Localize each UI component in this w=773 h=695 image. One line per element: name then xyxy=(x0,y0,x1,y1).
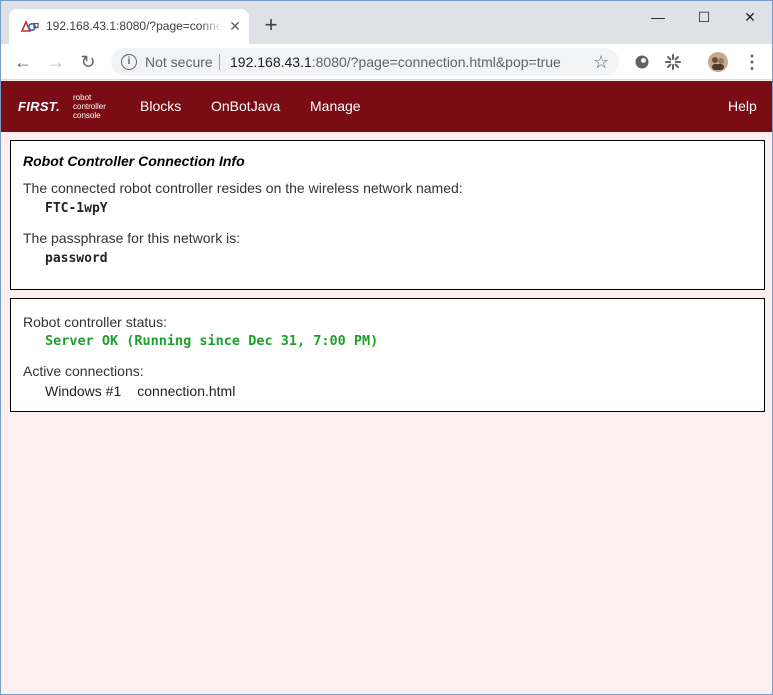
status-panel: Robot controller status: Server OK (Runn… xyxy=(10,298,765,412)
security-label[interactable]: Not secure xyxy=(145,54,213,70)
first-logo-icon xyxy=(21,20,39,32)
browser-menu-icon[interactable]: ⋮ xyxy=(743,51,761,73)
maximize-button[interactable]: ☐ xyxy=(681,6,727,28)
tab-close-icon[interactable]: ✕ xyxy=(227,18,243,34)
nav-blocks[interactable]: Blocks xyxy=(140,98,181,114)
tab-title: 192.168.43.1:8080/?page=connection.html&… xyxy=(46,19,222,34)
app-header: FIRST. robot controller console Blocks O… xyxy=(1,81,772,132)
reload-button[interactable]: ↻ xyxy=(77,51,99,73)
divider xyxy=(219,54,220,70)
bookmark-star-icon[interactable]: ☆ xyxy=(593,52,609,72)
brand-subtitle-line: controller xyxy=(73,102,106,111)
window-close-button[interactable]: ✕ xyxy=(727,6,773,28)
connection-client: Windows #1 xyxy=(45,383,122,399)
nav-help[interactable]: Help xyxy=(728,98,757,114)
address-bar[interactable]: i Not secure 192.168.43.1:8080/?page=con… xyxy=(111,48,619,76)
brand-subtitle: robot controller console xyxy=(73,93,106,120)
connection-info-panel: Robot Controller Connection Info The con… xyxy=(10,140,765,290)
back-button[interactable]: ← xyxy=(12,51,34,73)
browser-window: 192.168.43.1:8080/?page=connection.html&… xyxy=(0,0,773,695)
info-icon[interactable]: i xyxy=(121,54,137,70)
connection-row: Windows #1 connection.html xyxy=(45,383,235,399)
url-host: 192.168.43.1 xyxy=(230,54,312,70)
network-label: The connected robot controller resides o… xyxy=(23,180,463,196)
new-tab-button[interactable]: + xyxy=(261,14,281,36)
status-value: Server OK (Running since Dec 31, 7:00 PM… xyxy=(45,333,379,349)
browser-toolbar: ← → ↻ i Not secure 192.168.43.1:8080/?pa… xyxy=(1,44,772,80)
brand-subtitle-line: console xyxy=(73,111,101,120)
status-label: Robot controller status: xyxy=(23,314,167,330)
url-path: :8080/?page=connection.html&pop=true xyxy=(311,54,561,70)
extension-record-icon[interactable] xyxy=(633,53,651,71)
connection-page: connection.html xyxy=(137,383,236,399)
browser-tab[interactable]: 192.168.43.1:8080/?page=connection.html&… xyxy=(9,9,249,44)
extension-puzzle-icon[interactable] xyxy=(664,53,682,71)
first-logo[interactable]: FIRST. xyxy=(18,99,60,114)
minimize-button[interactable]: — xyxy=(635,6,681,28)
panel-title: Robot Controller Connection Info xyxy=(23,153,245,169)
connections-label: Active connections: xyxy=(23,363,144,379)
tab-strip: 192.168.43.1:8080/?page=connection.html&… xyxy=(1,1,772,44)
nav-onbotjava[interactable]: OnBotJava xyxy=(211,98,280,114)
url-text[interactable]: 192.168.43.1:8080/?page=connection.html&… xyxy=(230,54,561,70)
profile-avatar[interactable] xyxy=(707,51,729,73)
passphrase-label: The passphrase for this network is: xyxy=(23,230,241,246)
brand-subtitle-line: robot xyxy=(73,93,92,102)
passphrase-value: password xyxy=(45,251,108,266)
nav-manage[interactable]: Manage xyxy=(310,98,361,114)
forward-button[interactable]: → xyxy=(45,51,67,73)
network-name: FTC-1wpY xyxy=(45,201,108,216)
